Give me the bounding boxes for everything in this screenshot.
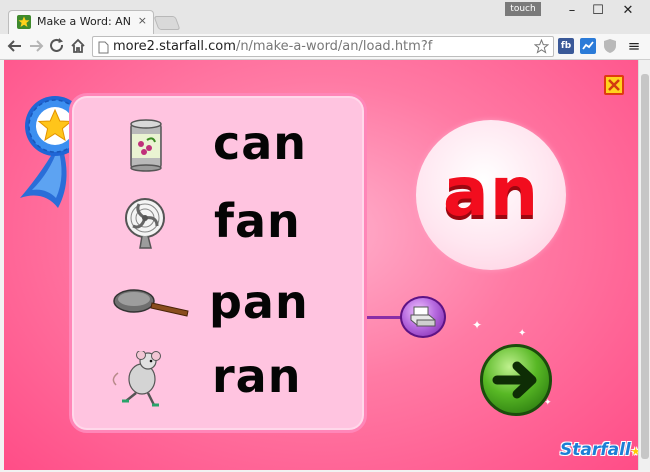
mouse-running-icon[interactable] [108,351,174,409]
page-scrollbar[interactable] [638,60,650,470]
pan-icon[interactable] [112,281,190,325]
next-button[interactable] [480,344,552,416]
browser-tab[interactable]: Make a Word: AN × [8,10,154,34]
printer-icon [410,306,436,327]
arrow-right-icon [492,361,537,399]
print-button[interactable] [400,296,446,338]
minimize-button[interactable]: – [562,3,582,18]
shield-extension-icon[interactable] [602,38,618,54]
can-icon[interactable] [127,118,167,174]
close-icon[interactable] [604,75,624,95]
bookmark-star-icon[interactable] [534,39,549,54]
facebook-extension-icon[interactable]: fb [558,38,574,54]
chart-extension-icon[interactable] [580,38,596,54]
url-host: more2.starfall.com [113,39,236,54]
tab-title: Make a Word: AN [37,15,131,28]
word-family-title: an [442,153,540,232]
starfall-logo[interactable]: Starfall★ [560,440,638,460]
logo-star-icon: ★ [630,445,638,458]
game-canvas: can fan pan ran an ✦ ✦ ✦ Starfall★ [4,60,638,470]
page-icon [98,41,109,54]
word-ran[interactable]: ran [212,349,301,403]
browser-titlebar: Make a Word: AN × touch – ☐ ✕ [0,0,650,34]
fan-icon[interactable] [120,196,170,252]
maximize-button[interactable]: ☐ [588,3,608,18]
url-text: more2.starfall.com/n/make-a-word/an/load… [113,39,432,54]
home-icon[interactable] [69,37,87,55]
tab-close-icon[interactable]: × [138,14,147,27]
logo-text: Starfall [560,440,631,460]
forward-arrow-icon[interactable] [27,37,45,55]
word-can[interactable]: can [213,116,307,170]
word-fan[interactable]: fan [214,194,301,248]
word-family-bubble: an [416,120,566,270]
address-bar[interactable]: more2.starfall.com/n/make-a-word/an/load… [92,36,554,57]
sparkle-icon: ✦ [518,328,527,339]
new-tab-button[interactable] [153,16,181,30]
word-pan[interactable]: pan [209,275,309,329]
reload-icon[interactable] [48,37,66,55]
url-path: /n/make-a-word/an/load.htm?f [235,39,433,54]
back-arrow-icon[interactable] [6,37,24,55]
browser-menu-icon[interactable]: ≡ [624,37,644,55]
browser-toolbar: more2.starfall.com/n/make-a-word/an/load… [0,34,650,60]
window-close-button[interactable]: ✕ [618,3,638,18]
starfall-favicon-icon [17,15,31,29]
sparkle-icon: ✦ [472,318,483,332]
print-connector-line [367,316,403,319]
touch-badge: touch [505,2,541,16]
scrollbar-thumb[interactable] [641,74,649,459]
word-card: can fan pan ran [69,93,367,433]
